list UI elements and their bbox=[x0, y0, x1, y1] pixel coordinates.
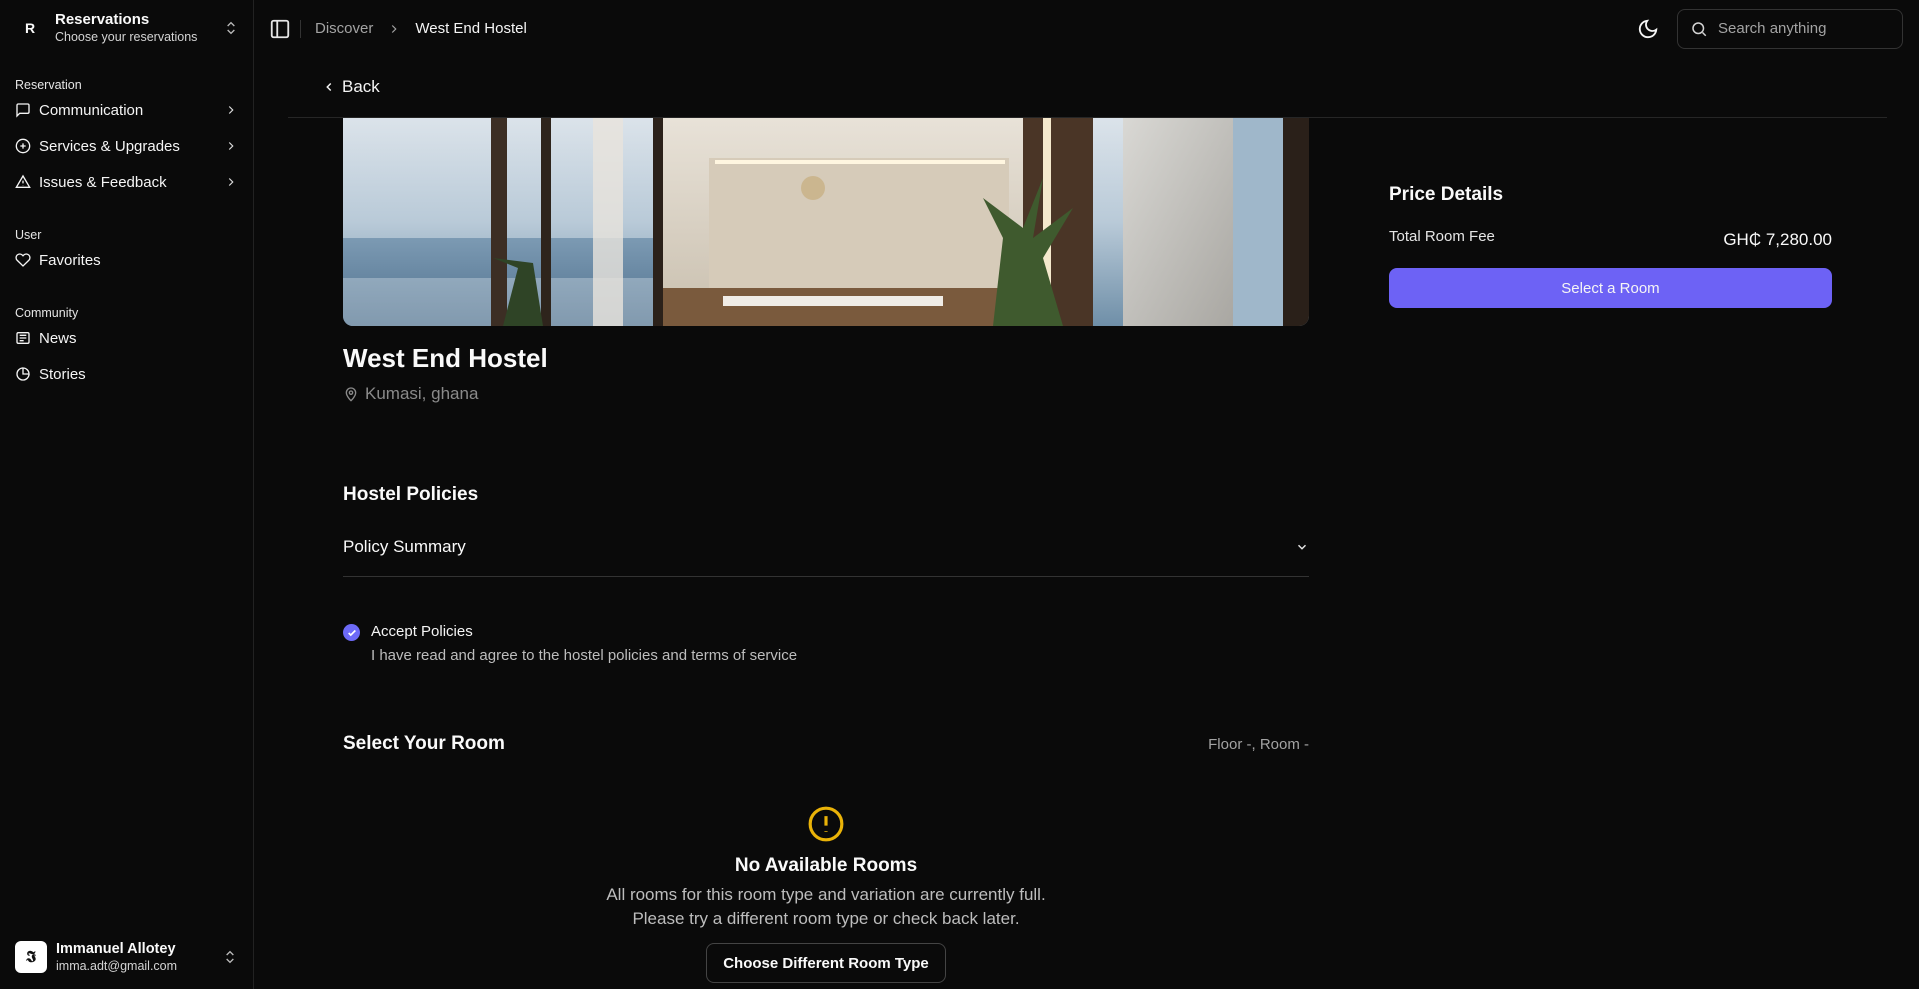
team-name: Reservations bbox=[55, 11, 150, 28]
moon-icon[interactable] bbox=[1637, 18, 1659, 40]
alert-circle-icon bbox=[808, 806, 844, 842]
policies-heading: Hostel Policies bbox=[343, 484, 479, 505]
check-icon bbox=[347, 629, 356, 636]
team-subtitle: Choose your reservations bbox=[55, 30, 198, 44]
circle-plus-icon bbox=[15, 138, 31, 154]
breadcrumb-current: West End Hostel bbox=[415, 20, 527, 37]
search-input[interactable] bbox=[1718, 20, 1878, 37]
chevrons-up-down-icon bbox=[226, 950, 234, 964]
policy-summary-label: Policy Summary bbox=[343, 537, 466, 556]
empty-title: No Available Rooms bbox=[734, 855, 918, 876]
team-switcher[interactable]: R Reservations Choose your reservations bbox=[0, 0, 253, 56]
floor-room-indicator: Floor -, Room - bbox=[1208, 735, 1309, 753]
select-room-heading: Select Your Room bbox=[343, 733, 505, 754]
hostel-location: Kumasi, ghana bbox=[343, 384, 1309, 404]
pie-chart-icon bbox=[15, 366, 31, 382]
newspaper-icon bbox=[15, 330, 31, 346]
hostel-photo bbox=[343, 118, 1309, 326]
choose-room-type-button[interactable]: Choose Different Room Type bbox=[706, 943, 946, 983]
accept-policies-checkbox[interactable] bbox=[343, 624, 360, 641]
group-label-reservation: Reservation bbox=[15, 78, 82, 92]
room-fee-label: Total Room Fee bbox=[1389, 228, 1495, 245]
search-box[interactable] bbox=[1677, 8, 1903, 49]
back-label: Back bbox=[342, 77, 380, 96]
avatar: 𝕴 bbox=[15, 941, 47, 973]
map-pin-icon bbox=[345, 387, 357, 402]
chevrons-up-down-icon bbox=[227, 21, 235, 35]
empty-description: All rooms for this room type and variati… bbox=[606, 883, 1045, 931]
price-details-heading: Price Details bbox=[1389, 184, 1504, 205]
chevron-right-icon bbox=[228, 142, 234, 150]
sidebar: R Reservations Choose your reservations … bbox=[0, 0, 254, 989]
sidebar-item-label: Favorites bbox=[39, 251, 101, 269]
panel-left-icon bbox=[270, 19, 290, 38]
sidebar-item-stories[interactable]: Stories bbox=[0, 356, 253, 392]
sidebar-item-communication[interactable]: Communication bbox=[0, 92, 253, 128]
sidebar-item-label: News bbox=[39, 329, 77, 347]
chevron-right-icon bbox=[228, 178, 234, 186]
breadcrumb-discover[interactable]: Discover bbox=[315, 20, 373, 37]
chevron-down-icon bbox=[1297, 544, 1307, 550]
location-text: Kumasi, ghana bbox=[365, 384, 479, 403]
price-details-panel: Price Details Total Room Fee GH₵ 7,280.0… bbox=[1389, 118, 1832, 983]
group-label-community: Community bbox=[15, 306, 79, 320]
sidebar-item-label: Services & Upgrades bbox=[39, 137, 180, 155]
empty-state: No Available Rooms All rooms for this ro… bbox=[343, 805, 1309, 983]
group-label-user: User bbox=[15, 228, 42, 242]
sidebar-item-label: Issues & Feedback bbox=[39, 173, 167, 191]
sidebar-item-services-upgrades[interactable]: Services & Upgrades bbox=[0, 128, 253, 164]
chevron-right-icon bbox=[392, 24, 397, 33]
accept-policies-title: Accept Policies bbox=[371, 623, 473, 640]
accept-policies: Accept Policies I have read and agree to… bbox=[343, 623, 1309, 664]
policy-summary-accordion[interactable]: Policy Summary bbox=[343, 518, 1309, 577]
heart-icon bbox=[15, 252, 31, 268]
back-button[interactable]: Back bbox=[322, 77, 380, 97]
user-email: imma.adt@gmail.com bbox=[56, 958, 178, 973]
sidebar-item-issues-feedback[interactable]: Issues & Feedback bbox=[0, 164, 253, 200]
message-square-icon bbox=[15, 102, 31, 118]
room-fee-value: GH₵ 7,280.00 bbox=[1723, 230, 1832, 249]
search-icon bbox=[1692, 21, 1707, 36]
alert-triangle-icon bbox=[15, 174, 31, 190]
empty-line-2: Please try a different room type or chec… bbox=[632, 909, 1020, 928]
sidebar-item-label: Stories bbox=[39, 365, 86, 383]
divider bbox=[300, 19, 301, 38]
team-logo: R bbox=[24, 20, 36, 36]
accept-policies-text: I have read and agree to the hostel poli… bbox=[371, 647, 798, 664]
sidebar-toggle-button[interactable] bbox=[268, 17, 292, 41]
topbar: Discover West End Hostel bbox=[254, 0, 1919, 57]
user-menu[interactable]: 𝕴 Immanuel Allotey imma.adt@gmail.com bbox=[0, 925, 253, 989]
chevron-left-icon bbox=[326, 82, 332, 92]
chevron-right-icon bbox=[228, 106, 234, 114]
sidebar-item-favorites[interactable]: Favorites bbox=[0, 242, 253, 278]
select-room-button[interactable]: Select a Room bbox=[1389, 268, 1832, 308]
empty-line-1: All rooms for this room type and variati… bbox=[606, 885, 1046, 904]
hostel-name: West End Hostel bbox=[343, 343, 548, 373]
sidebar-item-label: Communication bbox=[39, 101, 144, 119]
user-name: Immanuel Allotey bbox=[56, 940, 176, 957]
main-content: Discover West End Hostel Back bbox=[254, 0, 1919, 989]
sidebar-item-news[interactable]: News bbox=[0, 320, 253, 356]
